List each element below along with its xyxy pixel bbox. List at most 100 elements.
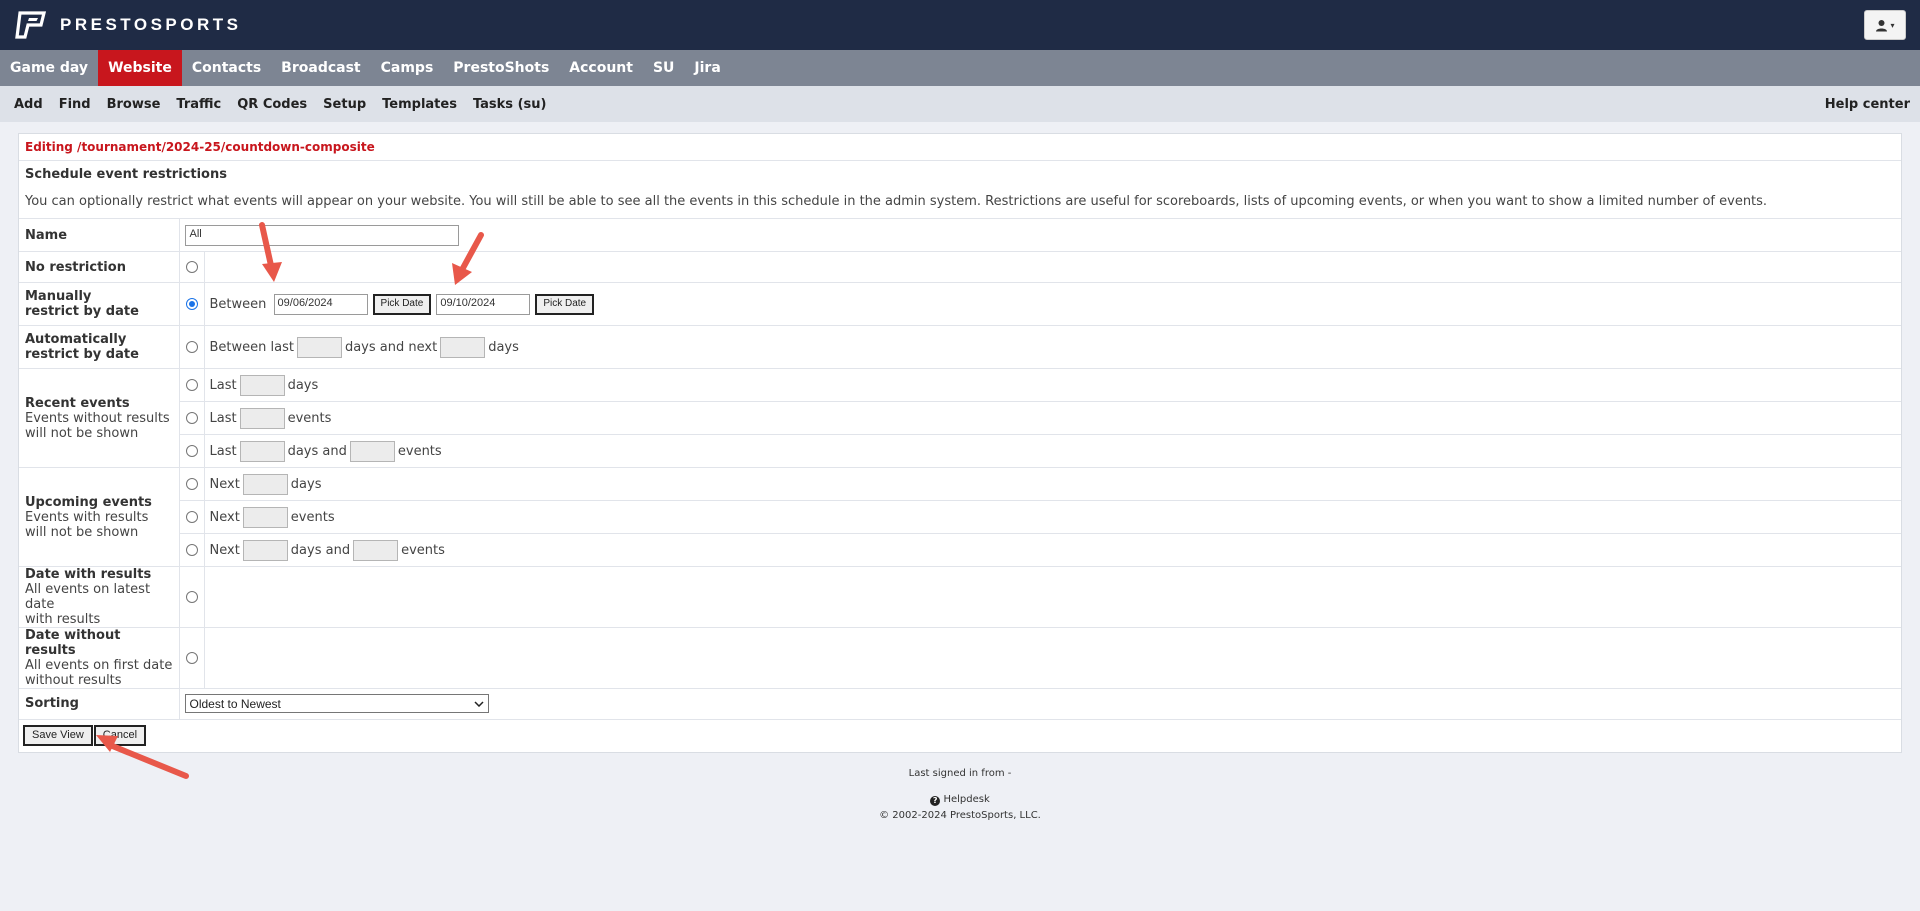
caret-down-icon: ▾	[1890, 20, 1895, 30]
row-auto-restrict: Automatically restrict by date Between l…	[19, 325, 1901, 369]
dwr-sub-2: with results	[25, 612, 101, 627]
recent-events-radio[interactable]	[185, 412, 198, 424]
last-signed-in: Last signed in from -	[908, 768, 1012, 779]
no-restriction-label: No restriction	[25, 259, 126, 275]
presto-logo-icon	[15, 11, 47, 39]
nav-contacts[interactable]: Contacts	[182, 50, 271, 86]
date-with-results-radio[interactable]	[185, 591, 198, 603]
nav-account[interactable]: Account	[559, 50, 643, 86]
events-text: events	[287, 410, 332, 426]
recent-days-events-radio[interactable]	[185, 445, 198, 457]
row-sorting: Sorting Oldest to Newest	[19, 688, 1901, 719]
nav-jira[interactable]: Jira	[684, 50, 730, 86]
chevron-down-icon	[473, 701, 484, 707]
events-text: events	[290, 509, 335, 525]
sorting-label: Sorting	[25, 696, 79, 712]
sorting-selected-value: Oldest to Newest	[189, 696, 281, 711]
recent-events-input[interactable]	[239, 407, 285, 429]
dwor-sub-1: All events on first date	[25, 658, 173, 673]
recent-events-sub-2: will not be shown	[25, 425, 139, 441]
schedule-restrictions-panel: Editing /tournament/2024-25/countdown-co…	[18, 133, 1902, 753]
upcoming-combo-days-input[interactable]	[242, 539, 288, 561]
help-center-link[interactable]: Help center	[1825, 97, 1910, 112]
pick-end-date-button[interactable]: Pick Date	[535, 293, 595, 315]
brand-logo[interactable]: PRESTOSPORTS	[14, 11, 242, 39]
sorting-select[interactable]: Oldest to Newest	[184, 694, 489, 714]
subnav-find[interactable]: Find	[59, 97, 91, 112]
row-manual-restrict: Manually restrict by date Between 09/06/…	[19, 282, 1901, 326]
upcoming-days-events-radio[interactable]	[185, 544, 198, 556]
days-and-text: days and	[287, 443, 347, 459]
subnav-traffic[interactable]: Traffic	[176, 97, 221, 112]
question-circle-icon: ?	[930, 796, 941, 806]
copyright: © 2002-2024 PrestoSports, LLC.	[879, 810, 1041, 821]
subnav-tasks[interactable]: Tasks (su)	[473, 97, 547, 112]
upcoming-events-sub-2: will not be shown	[25, 524, 139, 540]
name-input[interactable]: All	[184, 224, 459, 246]
last-text: Last	[209, 410, 237, 426]
nav-camps[interactable]: Camps	[371, 50, 444, 86]
sub-nav: Add Find Browse Traffic QR Codes Setup T…	[0, 86, 1920, 122]
upcoming-combo-events-input[interactable]	[353, 539, 399, 561]
last-text: Last	[209, 443, 237, 459]
end-date-input[interactable]: 09/10/2024	[436, 293, 531, 315]
subnav-browse[interactable]: Browse	[107, 97, 161, 112]
events-text: events	[401, 542, 445, 558]
nav-game-day[interactable]: Game day	[0, 50, 98, 86]
subnav-qr-codes[interactable]: QR Codes	[237, 97, 307, 112]
subnav-templates[interactable]: Templates	[382, 97, 457, 112]
auto-last-days-input[interactable]	[296, 336, 342, 358]
row-recent-events: Last events	[19, 401, 1901, 435]
date-without-results-radio[interactable]	[185, 652, 198, 664]
cancel-button[interactable]: Cancel	[93, 724, 147, 746]
row-recent-days-events: Last days and events	[19, 434, 1901, 468]
nav-broadcast[interactable]: Broadcast	[271, 50, 370, 86]
dwor-title: Date without results	[25, 628, 121, 658]
recent-days-input[interactable]	[239, 374, 285, 396]
row-upcoming-days-events: Next days and events	[19, 533, 1901, 567]
upcoming-events-sub-1: Events with results	[25, 509, 149, 525]
manual-label-2: restrict by date	[25, 304, 139, 319]
last-text: Last	[209, 377, 237, 393]
upcoming-events-radio[interactable]	[185, 511, 198, 523]
nav-prestoshots[interactable]: PrestoShots	[443, 50, 559, 86]
recent-combo-days-input[interactable]	[239, 440, 285, 462]
recent-combo-events-input[interactable]	[349, 440, 395, 462]
user-menu-button[interactable]: ▾	[1864, 10, 1906, 40]
save-view-button[interactable]: Save View	[23, 724, 93, 746]
days-text: days	[287, 377, 319, 393]
nav-website[interactable]: Website	[98, 50, 182, 86]
events-text: events	[397, 443, 442, 459]
recent-events-sub-1: Events without results	[25, 410, 170, 426]
days-text: days	[488, 339, 519, 355]
recent-days-radio[interactable]	[185, 379, 198, 391]
dwr-sub-1: All events on latest date	[25, 582, 151, 612]
helpdesk-label: Helpdesk	[943, 794, 990, 805]
auto-next-days-input[interactable]	[440, 336, 486, 358]
no-restriction-radio[interactable]	[185, 261, 198, 273]
upcoming-events-input[interactable]	[242, 506, 288, 528]
helpdesk-link[interactable]: ? Helpdesk	[0, 794, 1920, 806]
row-upcoming-days: Upcoming events Events with results will…	[19, 467, 1901, 567]
auto-label-1: Automatically	[25, 332, 127, 347]
subnav-add[interactable]: Add	[14, 97, 43, 112]
subnav-setup[interactable]: Setup	[323, 97, 366, 112]
upcoming-days-radio[interactable]	[185, 478, 198, 490]
brand-name: PRESTOSPORTS	[60, 15, 242, 34]
days-text: days	[290, 476, 322, 492]
upcoming-days-input[interactable]	[242, 473, 288, 495]
between-last-text: Between last	[209, 339, 294, 355]
start-date-input[interactable]: 09/06/2024	[273, 293, 368, 315]
form-actions: Save View Cancel	[19, 718, 1901, 752]
auto-restrict-radio[interactable]	[185, 341, 198, 353]
auto-label-2: restrict by date	[25, 347, 139, 362]
row-no-restriction: No restriction	[19, 251, 1901, 283]
upcoming-events-title: Upcoming events	[25, 494, 152, 510]
pick-start-date-button[interactable]: Pick Date	[372, 293, 432, 315]
days-and-next-text: days and next	[344, 339, 438, 355]
manual-restrict-radio[interactable]	[185, 298, 198, 310]
top-bar: PRESTOSPORTS ▾	[0, 0, 1920, 50]
row-date-without-results: Date without results All events on first…	[19, 627, 1901, 689]
section-title: Schedule event restrictions	[25, 167, 227, 182]
nav-su[interactable]: SU	[643, 50, 684, 86]
